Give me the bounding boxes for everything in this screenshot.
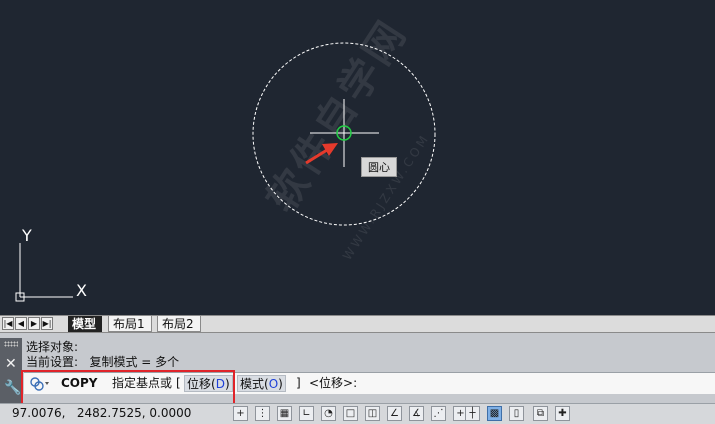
command-window-handle: ✕ 🔧 — [0, 338, 22, 403]
option-displacement[interactable]: 位移(D) — [184, 375, 233, 392]
command-history-line: 当前设置: 复制模式 = 多个 — [26, 355, 180, 369]
annotation-monitor-icon[interactable]: ✚ — [555, 406, 570, 421]
polar-icon[interactable]: ◔ — [321, 406, 336, 421]
command-window: ✕ 🔧 选择对象: 当前设置: 复制模式 = 多个 COPY 指定基点或 [ 位… — [0, 333, 715, 403]
otrack-icon[interactable]: ∠ — [387, 406, 402, 421]
status-bar: 97.0076, 2482.7525, 0.0000 + ⋮ ▦ ∟ ◔ □ ◫… — [0, 403, 715, 424]
infer-constraints-icon[interactable]: + — [233, 406, 248, 421]
command-prompt: 指定基点或 — [112, 376, 173, 390]
command-name: COPY — [61, 376, 98, 390]
next-icon[interactable]: ▶ — [28, 317, 40, 330]
red-arrow-icon — [305, 143, 338, 165]
first-icon[interactable]: |◀ — [2, 317, 14, 330]
option-label: 模式( — [240, 377, 269, 391]
drawing-svg: Y X — [15, 42, 436, 302]
option-open-bracket: [ — [176, 376, 181, 390]
wrench-icon[interactable]: 🔧 — [4, 380, 21, 396]
tpy-icon[interactable]: ┼ — [465, 406, 480, 421]
command-input-line[interactable]: COPY 指定基点或 [ 位移(D) 模式(O) ] <位移>: — [24, 372, 715, 394]
option-mode[interactable]: 模式(O) — [237, 375, 286, 392]
ucs-y-label: Y — [21, 226, 32, 245]
osnap-tooltip: 圆心 — [361, 157, 397, 177]
ucs-x-label: X — [76, 281, 87, 300]
coordinate-readout: 97.0076, 2482.7525, 0.0000 — [12, 406, 192, 420]
ortho-icon[interactable]: ∟ — [299, 406, 314, 421]
snap-mode-icon[interactable]: ⋮ — [255, 406, 270, 421]
transparency-icon[interactable]: ▩ — [487, 406, 502, 421]
copy-command-icon — [30, 377, 49, 391]
tab-layout1[interactable]: 布局1 — [108, 316, 152, 332]
selection-cycling-icon[interactable]: ⧉ — [533, 406, 548, 421]
prev-icon[interactable]: ◀ — [15, 317, 27, 330]
ucs-icon — [15, 243, 73, 302]
option-key: D — [215, 377, 225, 391]
layout-tab-bar: |◀ ◀ ▶ ▶| 模型 布局1 布局2 — [0, 315, 715, 333]
command-default: <位移>: — [309, 376, 358, 390]
osnap-icon[interactable]: □ — [343, 406, 358, 421]
3d-osnap-icon[interactable]: ◫ — [365, 406, 380, 421]
drawing-viewport[interactable]: 软件自学网 WWW.RJZXW.COM Y X 圆心 — [0, 0, 715, 315]
tab-model[interactable]: 模型 — [68, 316, 103, 332]
option-end: ) — [278, 377, 283, 391]
close-icon[interactable]: ✕ — [5, 356, 17, 372]
dyn-icon[interactable]: ⋰ — [431, 406, 446, 421]
quick-properties-icon[interactable]: ▯ — [509, 406, 524, 421]
tab-layout2[interactable]: 布局2 — [157, 316, 201, 332]
last-icon[interactable]: ▶| — [41, 317, 53, 330]
option-label: 位移( — [187, 377, 216, 391]
grip-icon[interactable] — [4, 341, 18, 347]
grid-icon[interactable]: ▦ — [277, 406, 292, 421]
option-end: ) — [224, 377, 230, 391]
option-close-bracket: ] — [296, 376, 301, 390]
ducs-icon[interactable]: ∡ — [409, 406, 424, 421]
option-key: O — [268, 377, 279, 391]
